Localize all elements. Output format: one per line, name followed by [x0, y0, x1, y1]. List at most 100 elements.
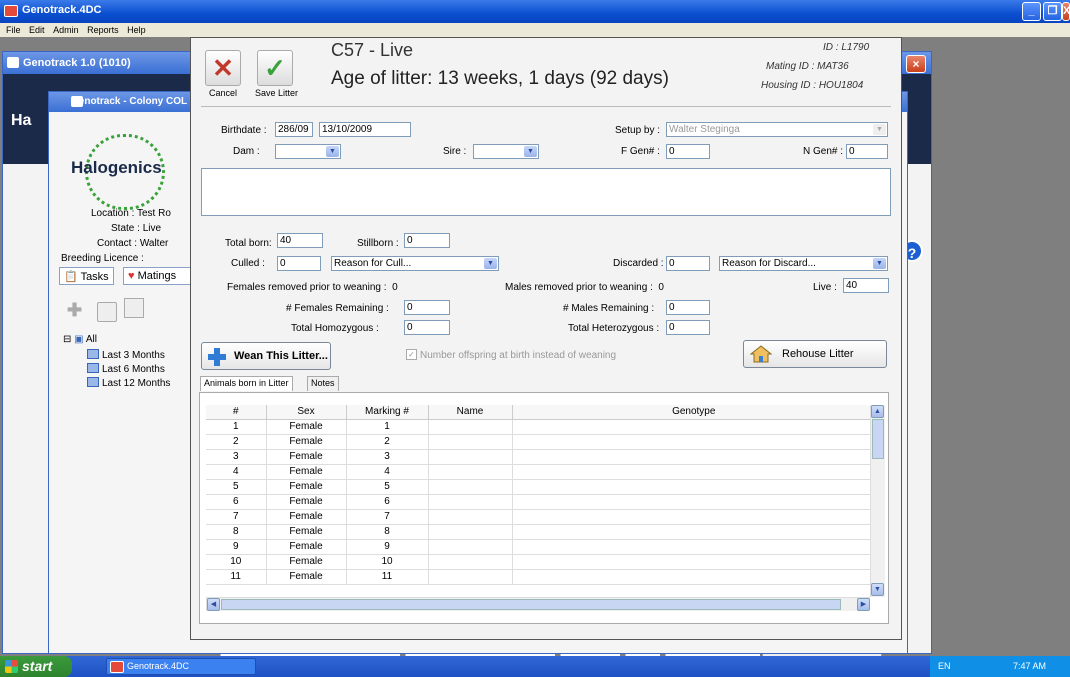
- table-cell: 9: [206, 539, 267, 555]
- colony-window-title: Genotrack - Colony COL: [71, 96, 188, 107]
- column-header[interactable]: Name: [428, 405, 513, 420]
- scroll-thumb[interactable]: [221, 599, 841, 610]
- tab-notes[interactable]: Notes: [307, 376, 339, 391]
- fgen-input[interactable]: 0: [666, 144, 710, 159]
- taskbar-item-genotrack[interactable]: Genotrack.4DC: [106, 658, 256, 675]
- start-button[interactable]: start: [0, 656, 72, 677]
- header-text: Ha: [11, 112, 32, 129]
- setup-by-select[interactable]: Walter Steginga ▼: [666, 122, 888, 137]
- table-cell: 6: [346, 494, 429, 510]
- tree-item-last-12-months[interactable]: Last 12 Months: [87, 377, 170, 389]
- total-homozygous-input[interactable]: 0: [404, 320, 450, 335]
- minimize-button[interactable]: _: [1022, 2, 1041, 21]
- window-title: Genotrack 1.0 (1010): [23, 57, 131, 69]
- table-cell: 7: [346, 509, 429, 525]
- table-cell: 10: [206, 554, 267, 570]
- scroll-right-icon[interactable]: ▶: [857, 598, 870, 611]
- cancel-button[interactable]: ✕: [205, 50, 241, 86]
- live-input[interactable]: 40: [843, 278, 889, 293]
- window-close-button[interactable]: ×: [906, 55, 926, 73]
- table-cell: Female: [266, 419, 347, 435]
- table-row[interactable]: 4 Female 4: [206, 464, 876, 480]
- sire-select[interactable]: ▼: [473, 144, 539, 159]
- stillborn-input[interactable]: 0: [404, 233, 450, 248]
- column-header[interactable]: Marking #: [346, 405, 429, 420]
- birthdate-input[interactable]: 13/10/2009: [319, 122, 411, 137]
- scroll-down-icon[interactable]: ▼: [871, 583, 884, 596]
- table-cell: 1: [346, 419, 429, 435]
- tree-root-all[interactable]: ⊟ ▣ All: [63, 334, 97, 345]
- table-row[interactable]: 1 Female 1: [206, 419, 876, 435]
- litter-age: Age of litter: 13 weeks, 1 days (92 days…: [331, 68, 669, 89]
- tab-matings[interactable]: ♥ Matings: [123, 267, 191, 285]
- table-cell: Female: [266, 464, 347, 480]
- table-row[interactable]: 11 Female 11: [206, 569, 876, 585]
- close-button[interactable]: X: [1062, 2, 1070, 21]
- tab-animals-born-in-litter[interactable]: Animals born in Litter: [200, 376, 293, 391]
- column-header[interactable]: Sex: [266, 405, 347, 420]
- language-indicator[interactable]: EN: [938, 661, 951, 671]
- horizontal-scrollbar[interactable]: ◀ ▶: [206, 597, 870, 611]
- column-header[interactable]: #: [206, 405, 267, 420]
- litter-notes-textarea[interactable]: [201, 168, 891, 216]
- table-cell: [428, 509, 513, 525]
- save-litter-label: Save Litter: [255, 88, 299, 98]
- table-row[interactable]: 7 Female 7: [206, 509, 876, 525]
- table-row[interactable]: 3 Female 3: [206, 449, 876, 465]
- number-offspring-label: Number offspring at birth instead of wea…: [420, 350, 617, 361]
- males-removed-row: Males removed prior to weaning : 0: [505, 282, 664, 293]
- restore-button[interactable]: ❐: [1043, 2, 1062, 21]
- ngen-input[interactable]: 0: [846, 144, 888, 159]
- menu-edit[interactable]: Edit: [29, 25, 45, 35]
- reason-for-discard-select[interactable]: Reason for Discard... ▼: [719, 256, 888, 271]
- save-litter-button[interactable]: ✓: [257, 50, 293, 86]
- table-cell: Female: [266, 554, 347, 570]
- column-header[interactable]: Genotype: [512, 405, 876, 420]
- app-titlebar: Genotrack.4DC _ ❐ X: [0, 0, 1070, 23]
- table-row[interactable]: 9 Female 9: [206, 539, 876, 555]
- total-heterozygous-label: Total Heterozygous :: [568, 323, 660, 334]
- menu-file[interactable]: File: [6, 25, 21, 35]
- scroll-thumb[interactable]: [872, 419, 884, 459]
- table-row[interactable]: 5 Female 5: [206, 479, 876, 495]
- dam-label: Dam :: [233, 146, 260, 157]
- tree-item-last-3-months[interactable]: Last 3 Months: [87, 349, 165, 361]
- app-icon: [110, 661, 124, 673]
- tab-tasks[interactable]: 📋 Tasks: [59, 267, 114, 285]
- menu-reports[interactable]: Reports: [87, 25, 119, 35]
- animals-table: # Sex Marking # Name Genotype 1 Female 1 2 F…: [206, 405, 876, 585]
- rehouse-litter-button[interactable]: Rehouse Litter: [743, 340, 887, 368]
- menu-admin[interactable]: Admin: [53, 25, 79, 35]
- chevron-down-icon: ▼: [873, 258, 886, 269]
- discarded-input[interactable]: 0: [666, 256, 710, 271]
- total-born-input[interactable]: 40: [277, 233, 323, 248]
- dam-select[interactable]: ▼: [275, 144, 341, 159]
- total-heterozygous-input[interactable]: 0: [666, 320, 710, 335]
- birthdate-code-input[interactable]: 286/09: [275, 122, 313, 137]
- number-offspring-checkbox[interactable]: ✓: [406, 349, 417, 360]
- males-remaining-label: # Males Remaining :: [563, 303, 655, 314]
- table-row[interactable]: 8 Female 8: [206, 524, 876, 540]
- males-remaining-input[interactable]: 0: [666, 300, 710, 315]
- culled-input[interactable]: 0: [277, 256, 321, 271]
- windows-logo-icon: [5, 660, 18, 673]
- trash-icon[interactable]: [97, 302, 117, 322]
- scroll-up-icon[interactable]: ▲: [871, 405, 884, 418]
- table-row[interactable]: 10 Female 10: [206, 554, 876, 570]
- females-remaining-input[interactable]: 0: [404, 300, 450, 315]
- reason-for-cull-select[interactable]: Reason for Cull... ▼: [331, 256, 499, 271]
- table-cell: Female: [266, 509, 347, 525]
- wean-litter-button[interactable]: Wean This Litter...: [201, 342, 331, 370]
- vertical-scrollbar[interactable]: ▲ ▼: [870, 405, 885, 597]
- table-cell: [512, 509, 876, 525]
- table-row[interactable]: 6 Female 6: [206, 494, 876, 510]
- add-icon[interactable]: ✚: [67, 300, 87, 320]
- table-cell: [428, 494, 513, 510]
- scroll-left-icon[interactable]: ◀: [207, 598, 220, 611]
- tree-item-last-6-months[interactable]: Last 6 Months: [87, 363, 165, 375]
- litter-id: ID : L1790: [823, 42, 870, 53]
- table-cell: 3: [346, 449, 429, 465]
- table-row[interactable]: 2 Female 2: [206, 434, 876, 450]
- duplicate-icon[interactable]: [124, 298, 144, 318]
- menu-help[interactable]: Help: [127, 25, 146, 35]
